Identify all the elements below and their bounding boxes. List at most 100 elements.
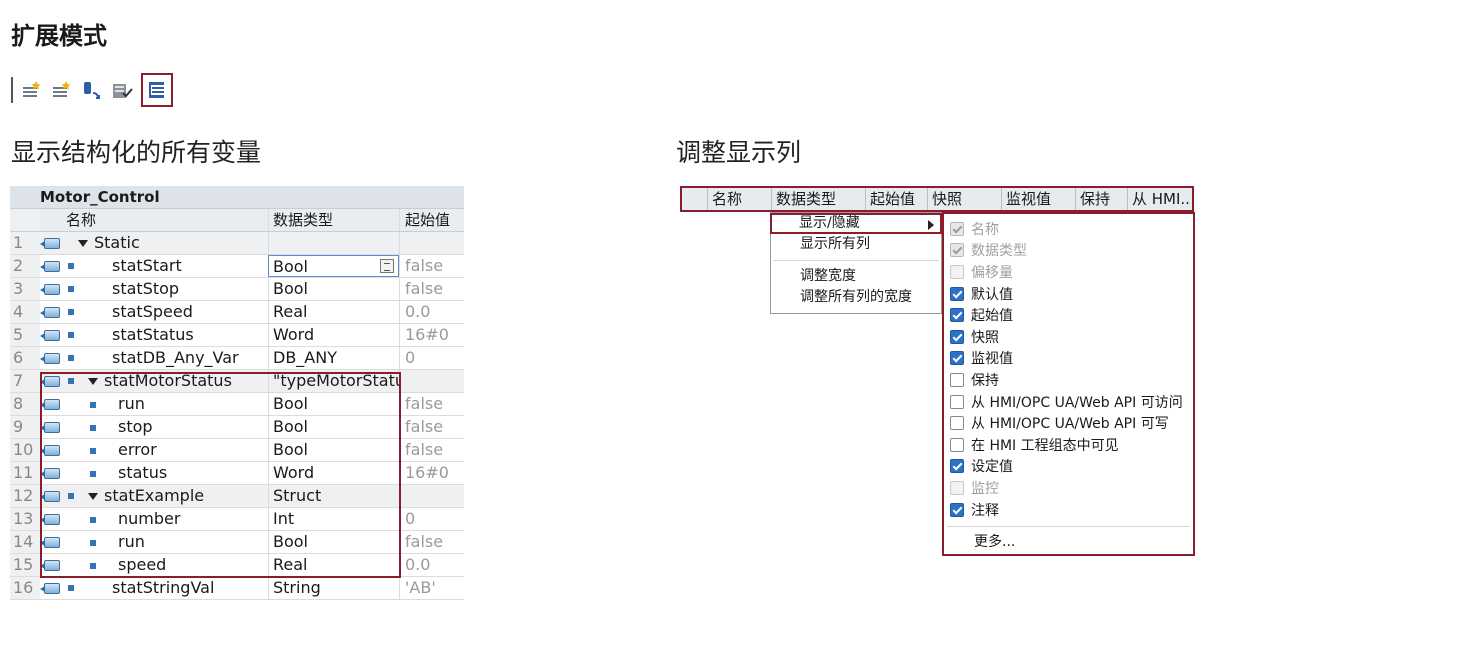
row-number: 16: [10, 577, 40, 599]
row-number: 6: [10, 347, 40, 369]
expand-toggle-icon[interactable]: [78, 240, 88, 247]
submenu-item-label: 监控: [971, 480, 999, 497]
start-value[interactable]: 0: [399, 508, 464, 530]
start-value[interactable]: 0.0: [399, 301, 464, 323]
start-value[interactable]: 0: [399, 347, 464, 369]
submenu-item-label: 注释: [971, 502, 999, 519]
start-value[interactable]: [399, 232, 464, 254]
checkbox[interactable]: [950, 372, 964, 387]
checkbox: [950, 264, 964, 279]
datatype-picker-icon[interactable]: [380, 259, 394, 273]
submenu-item[interactable]: 设定值: [944, 456, 1193, 478]
start-value[interactable]: false: [399, 531, 464, 553]
menu-item-more[interactable]: 更多...: [944, 531, 1193, 553]
column-header-strip: 名称 数据类型 起始值 快照 监视值 保持 从 HMI..: [680, 186, 1194, 212]
update-interface-icon[interactable]: [81, 79, 103, 101]
submenu-item[interactable]: 快照: [944, 326, 1193, 348]
start-value[interactable]: false: [399, 255, 464, 277]
start-value[interactable]: 0.0: [399, 554, 464, 576]
checkbox[interactable]: [950, 286, 964, 301]
checkbox[interactable]: [950, 502, 964, 517]
checkbox[interactable]: [950, 308, 964, 323]
col-retain[interactable]: 保持: [1076, 188, 1128, 210]
submenu-item[interactable]: 默认值: [944, 283, 1193, 305]
checkbox[interactable]: [950, 459, 964, 474]
submenu-item[interactable]: 从 HMI/OPC UA/Web API 可访问: [944, 391, 1193, 413]
start-value[interactable]: false: [399, 278, 464, 300]
start-value[interactable]: false: [399, 439, 464, 461]
expanded-mode-button[interactable]: [141, 73, 173, 107]
menu-item-adjust-all-widths[interactable]: 调整所有列的宽度: [771, 287, 941, 308]
start-value[interactable]: 16#0: [399, 324, 464, 346]
column-header-type[interactable]: 数据类型: [268, 209, 399, 231]
data-type: String: [273, 578, 321, 597]
table-row[interactable]: 4 statSpeed Real 0.0: [10, 301, 464, 324]
table-row[interactable]: 3 statStop Bool false: [10, 278, 464, 301]
submenu-item[interactable]: 注释: [944, 499, 1193, 521]
column-header-name[interactable]: 名称: [64, 209, 268, 231]
start-value[interactable]: 'AB': [399, 577, 464, 599]
table-row[interactable]: 6 statDB_Any_Var DB_ANY 0: [10, 347, 464, 370]
table-row[interactable]: 16 statStringVal String 'AB': [10, 577, 464, 600]
apply-snapshot-icon[interactable]: [111, 79, 133, 101]
toolbar: [11, 72, 173, 108]
member-icon: [68, 309, 74, 315]
member-icon: [68, 355, 74, 361]
start-value[interactable]: false: [399, 416, 464, 438]
submenu-item-label: 名称: [971, 221, 999, 238]
submenu-item-label: 从 HMI/OPC UA/Web API 可访问: [971, 394, 1183, 411]
table-row[interactable]: 2 statStart Bool false: [10, 255, 464, 278]
table-row[interactable]: 1 Static: [10, 232, 464, 255]
menu-item-adjust-width[interactable]: 调整宽度: [771, 266, 941, 287]
checkbox[interactable]: [950, 329, 964, 344]
menu-separator: [773, 260, 939, 261]
submenu-item-label: 默认值: [971, 286, 1013, 303]
menu-item-show-hide[interactable]: 显示/隐藏: [770, 213, 942, 234]
row-number: 1: [10, 232, 40, 254]
submenu-item-label: 从 HMI/OPC UA/Web API 可写: [971, 416, 1169, 433]
member-icon: [68, 286, 74, 292]
row-number: 2: [10, 255, 40, 277]
row-number: 13: [10, 508, 40, 530]
submenu-item[interactable]: 在 HMI 工程组态中可见: [944, 434, 1193, 456]
col-snapshot[interactable]: 快照: [928, 188, 1002, 210]
interface-icon: [40, 582, 60, 594]
col-name[interactable]: 名称: [708, 188, 772, 210]
submenu-separator: [947, 526, 1190, 528]
show-hide-submenu: 名称 数据类型 偏移量 默认值 起始值 快照 监视值 保持从 HMI/OPC UA/Web A…: [942, 212, 1195, 556]
checkbox[interactable]: [950, 437, 964, 452]
block-title: Motor_Control: [10, 186, 464, 208]
col-monitor-value[interactable]: 监视值: [1002, 188, 1076, 210]
structured-vars-highlight: [40, 372, 401, 578]
submenu-item-label: 保持: [971, 372, 999, 389]
caption-adjust-columns: 调整显示列: [676, 138, 802, 167]
column-header-start[interactable]: 起始值: [399, 209, 464, 231]
expanded-mode-icon: [146, 79, 168, 101]
submenu-item-label: 监视值: [971, 351, 1013, 368]
insert-row-icon[interactable]: [21, 79, 43, 101]
submenu-item[interactable]: 从 HMI/OPC UA/Web API 可写: [944, 412, 1193, 434]
col-start-value[interactable]: 起始值: [866, 188, 928, 210]
start-value[interactable]: 16#0: [399, 462, 464, 484]
start-value[interactable]: false: [399, 393, 464, 415]
row-number: 9: [10, 416, 40, 438]
start-value[interactable]: [399, 370, 464, 392]
col-hmi[interactable]: 从 HMI..: [1128, 188, 1192, 210]
row-number: 15: [10, 554, 40, 576]
page-heading: 扩展模式: [11, 22, 107, 50]
menu-item-show-all-columns[interactable]: 显示所有列: [771, 234, 941, 255]
submenu-item-label: 偏移量: [971, 264, 1013, 281]
submenu-item[interactable]: 保持: [944, 369, 1193, 391]
submenu-item[interactable]: 监视值: [944, 348, 1193, 370]
table-row[interactable]: 5 statStatus Word 16#0: [10, 324, 464, 347]
add-row-icon[interactable]: [51, 79, 73, 101]
member-icon: [68, 263, 74, 269]
interface-icon: [40, 352, 60, 364]
submenu-item[interactable]: 起始值: [944, 304, 1193, 326]
checkbox[interactable]: [950, 416, 964, 431]
checkbox[interactable]: [950, 351, 964, 366]
variable-name: statSpeed: [112, 302, 193, 321]
checkbox[interactable]: [950, 394, 964, 409]
start-value[interactable]: [399, 485, 464, 507]
col-datatype[interactable]: 数据类型: [772, 188, 866, 210]
